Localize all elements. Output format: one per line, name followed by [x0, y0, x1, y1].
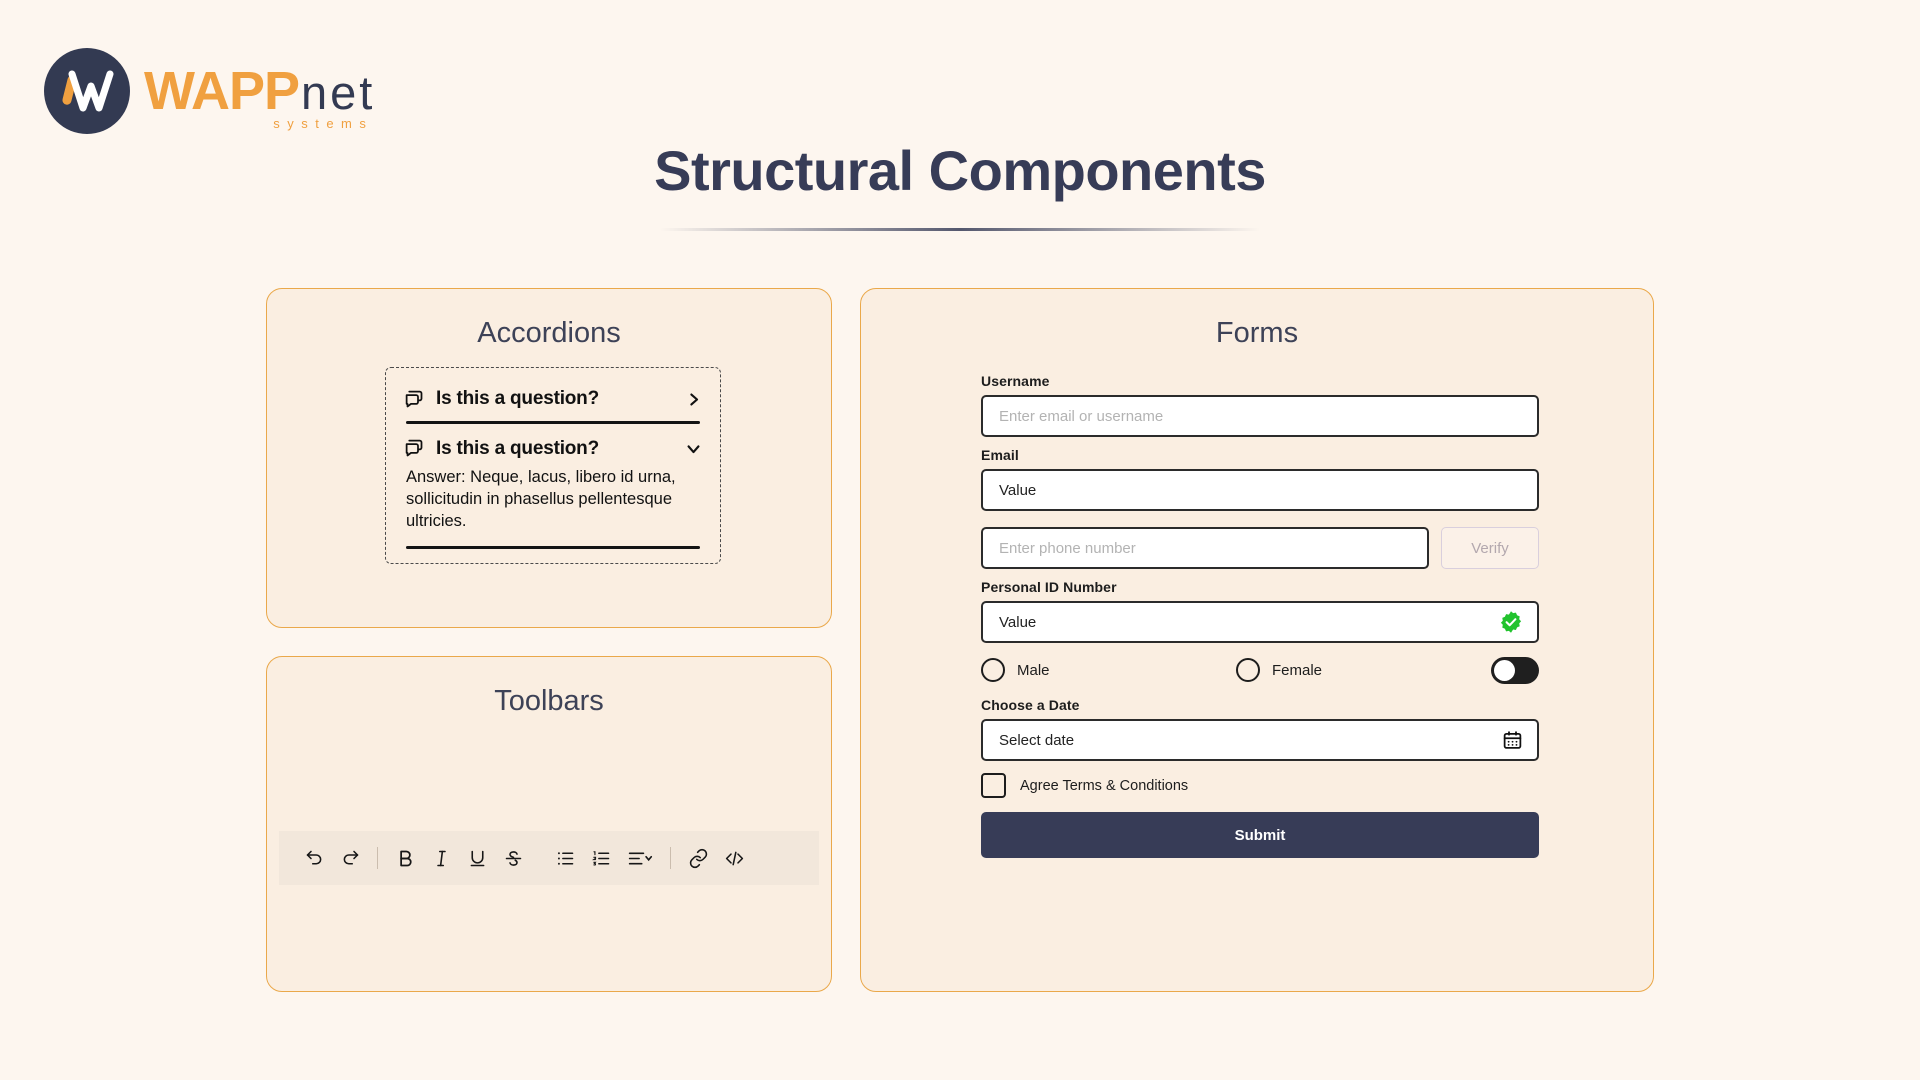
accordion-divider-1	[406, 421, 700, 424]
radio-male[interactable]	[981, 658, 1005, 682]
page-title: Structural Components	[654, 139, 1266, 202]
numbered-list-icon[interactable]	[584, 841, 618, 875]
phone-placeholder: Enter phone number	[999, 539, 1136, 557]
verified-check-icon	[1500, 611, 1522, 633]
personal-id-input[interactable]: Value	[981, 601, 1539, 643]
username-label: Username	[981, 373, 1050, 389]
accordion-title-1: Is this a question?	[436, 388, 599, 409]
redo-icon[interactable]	[333, 841, 367, 875]
gender-row: Male Female	[981, 655, 1539, 685]
username-input[interactable]: Enter email or username	[981, 395, 1539, 437]
phone-verify-row: Enter phone number Verify	[981, 527, 1539, 569]
logo-mark-icon	[44, 48, 130, 134]
date-label: Choose a Date	[981, 697, 1080, 713]
toggle-switch[interactable]	[1491, 656, 1539, 684]
logo-w-icon	[68, 70, 114, 112]
chevron-down-icon[interactable]	[685, 440, 702, 457]
editor-toolbar	[279, 831, 819, 885]
calendar-icon[interactable]	[1502, 730, 1523, 751]
logo-text-wapp: WAPP	[144, 61, 300, 121]
logo-text-net: net	[301, 66, 376, 119]
toggle-knob	[1494, 659, 1515, 681]
toolbars-panel: Toolbars	[266, 656, 832, 992]
radio-female-label: Female	[1272, 661, 1323, 679]
username-placeholder: Enter email or username	[999, 407, 1164, 425]
bold-icon[interactable]	[388, 841, 422, 875]
date-input[interactable]: Select date	[981, 719, 1539, 761]
forms-panel-title: Forms	[1215, 317, 1299, 349]
forms-panel: Forms Username Enter email or username E…	[860, 288, 1654, 992]
accordions-panel: Accordions Is this a question? Is this a…	[266, 288, 832, 628]
radio-female[interactable]	[1236, 658, 1260, 682]
bullet-list-icon[interactable]	[548, 841, 582, 875]
accordion-header-1[interactable]: Is this a question?	[402, 382, 704, 416]
email-input[interactable]: Value	[981, 469, 1539, 511]
personal-id-value: Value	[999, 613, 1037, 631]
accordion-title-2: Is this a question?	[436, 437, 599, 459]
date-placeholder: Select date	[999, 731, 1075, 749]
email-value: Value	[999, 481, 1037, 499]
title-divider	[660, 228, 1260, 231]
personal-id-label: Personal ID Number	[981, 579, 1117, 595]
submit-button[interactable]: Submit	[981, 812, 1539, 858]
toolbar-separator	[377, 847, 378, 869]
accordions-panel-title: Accordions	[477, 317, 621, 349]
terms-label: Agree Terms & Conditions	[1020, 777, 1189, 794]
radio-male-label: Male	[1017, 661, 1050, 679]
strikethrough-icon[interactable]	[496, 841, 530, 875]
brand-logo: WAPP net systems	[44, 48, 375, 134]
accordion-group: Is this a question? Is this a question? …	[385, 367, 721, 564]
accordion-item-2[interactable]: Is this a question? Answer: Neque, lacus…	[402, 432, 704, 549]
accordion-divider-2	[406, 546, 700, 549]
chat-bubble-icon	[405, 390, 423, 407]
accordion-item-1[interactable]: Is this a question?	[402, 382, 704, 424]
link-icon[interactable]	[681, 841, 715, 875]
toolbars-panel-title: Toolbars	[494, 685, 604, 717]
chat-bubble-icon	[405, 439, 423, 457]
phone-input[interactable]: Enter phone number	[981, 527, 1429, 569]
accordion-answer-2: Answer: Neque, lacus, libero id urna, so…	[406, 467, 676, 531]
radio-female-group[interactable]: Female	[1236, 658, 1491, 682]
underline-icon[interactable]	[460, 841, 494, 875]
code-icon[interactable]	[717, 841, 751, 875]
logo-text-systems: systems	[273, 116, 374, 131]
accordion-header-2[interactable]: Is this a question?	[402, 432, 704, 466]
radio-male-group[interactable]: Male	[981, 658, 1236, 682]
italic-icon[interactable]	[424, 841, 458, 875]
verify-button[interactable]: Verify	[1441, 527, 1539, 569]
undo-icon[interactable]	[297, 841, 331, 875]
email-label: Email	[981, 447, 1019, 463]
form: Username Enter email or username Email V…	[981, 373, 1539, 858]
toolbar-separator	[670, 847, 671, 869]
terms-checkbox[interactable]	[981, 773, 1006, 798]
logo-wordmark: WAPP net systems	[144, 61, 376, 130]
align-dropdown-icon[interactable]	[620, 841, 660, 875]
terms-row[interactable]: Agree Terms & Conditions	[981, 773, 1539, 798]
chevron-right-icon[interactable]	[685, 391, 702, 408]
